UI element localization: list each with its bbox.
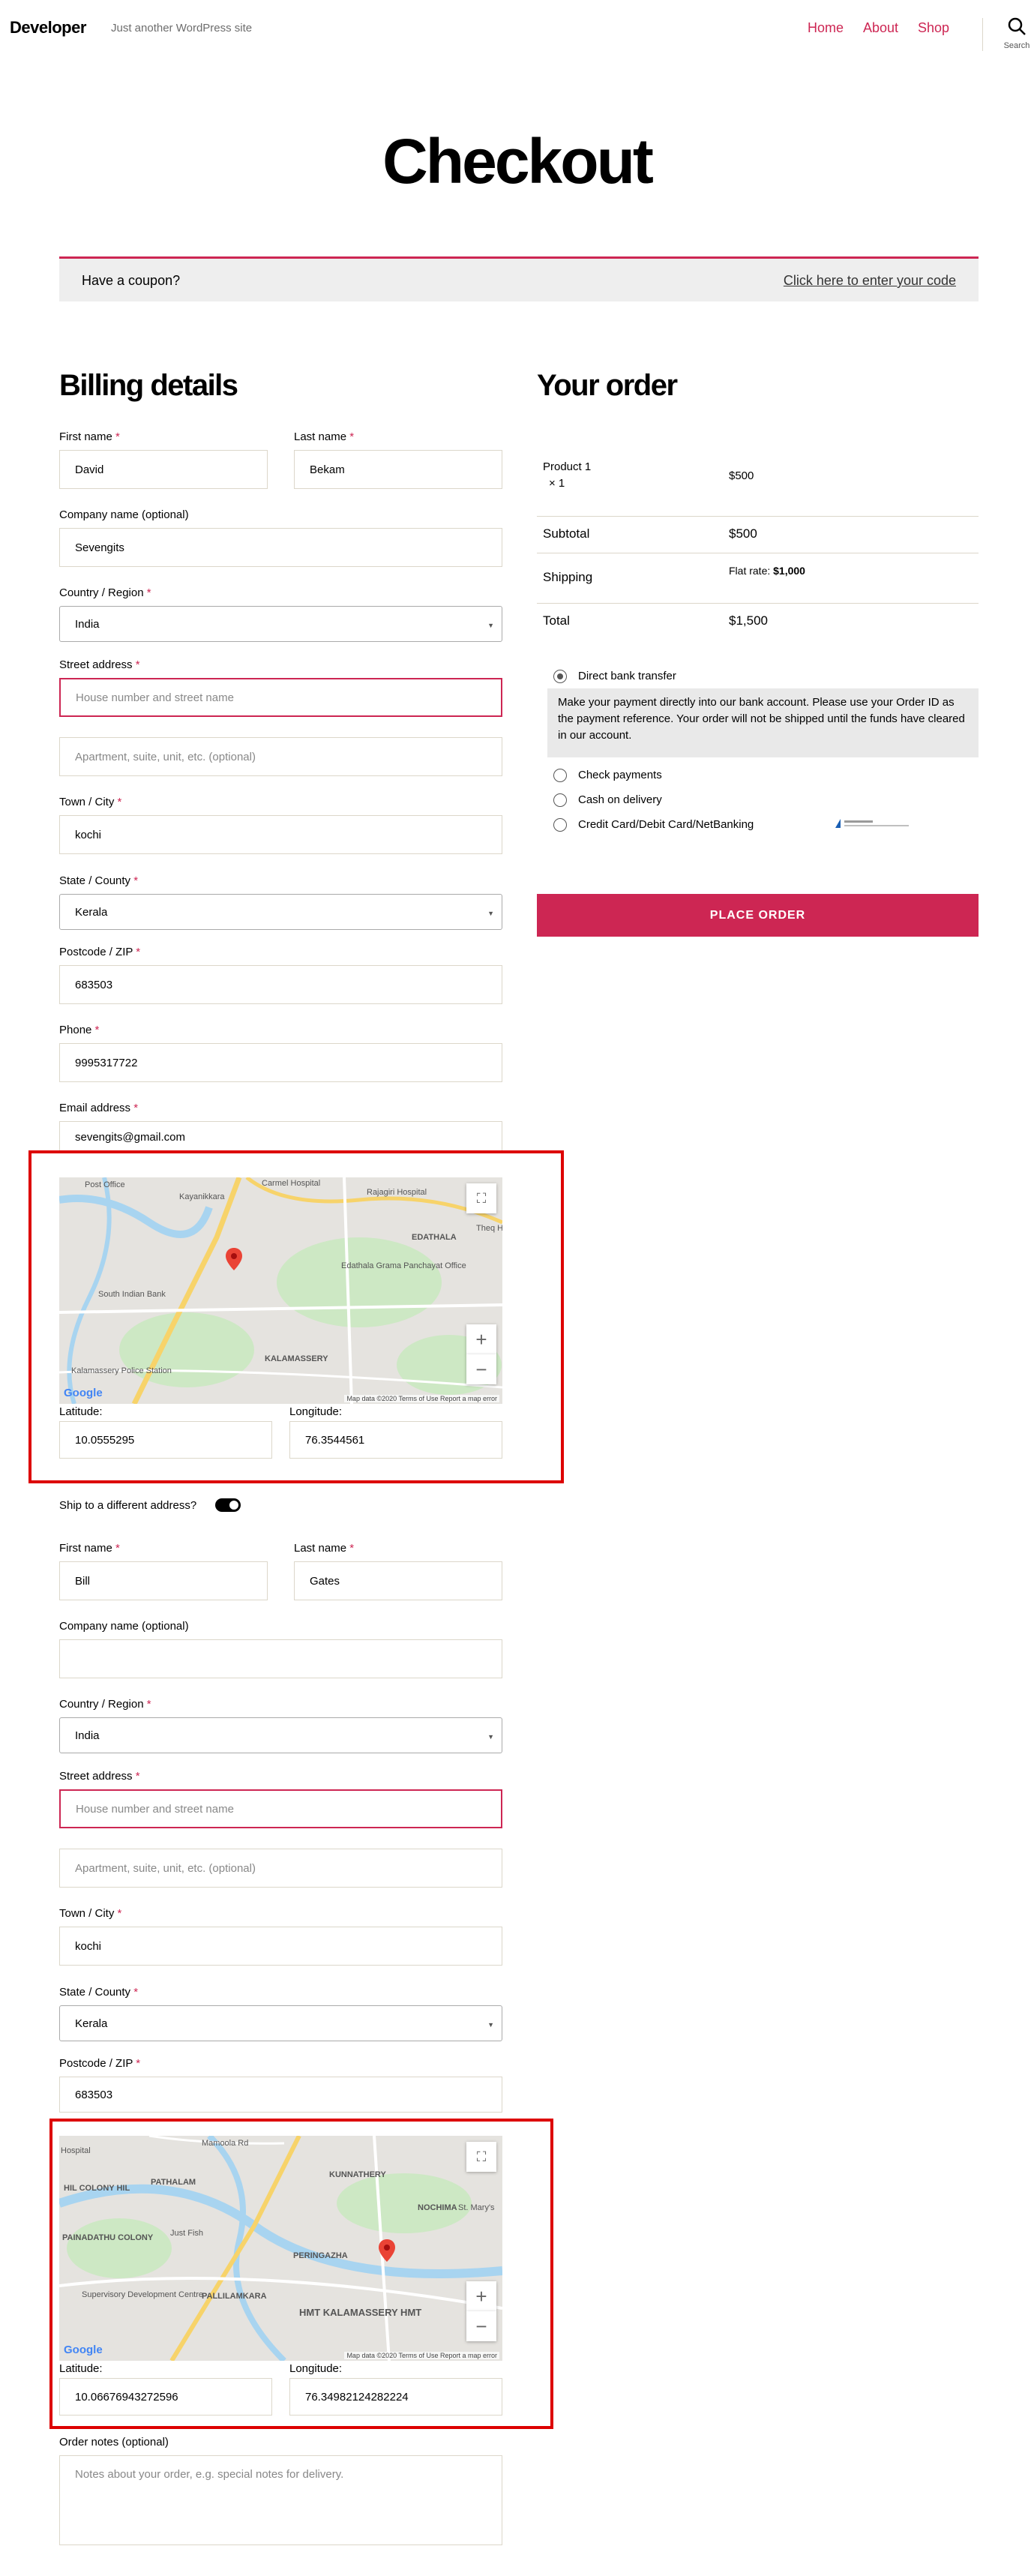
- billing-apartment-field[interactable]: Apartment, suite, unit, etc. (optional): [59, 737, 502, 776]
- search-icon: [1008, 17, 1026, 35]
- nav-shop[interactable]: Shop: [918, 20, 949, 36]
- shipping-state-select[interactable]: Kerala ▼: [59, 2005, 502, 2041]
- shipping-state-value: Kerala: [75, 2017, 108, 2030]
- billing-street-field[interactable]: House number and street name: [59, 678, 502, 717]
- subtotal-label: Subtotal: [543, 526, 590, 541]
- shipping-postcode-field[interactable]: 683503: [59, 2077, 502, 2113]
- coupon-notice: Have a coupon? Click here to enter your …: [59, 256, 979, 301]
- billing-state-label: State / County *: [59, 874, 139, 887]
- nav-home[interactable]: Home: [808, 20, 844, 36]
- billing-postcode-label: Postcode / ZIP *: [59, 946, 141, 958]
- billing-email-field[interactable]: sevengits@gmail.com: [59, 1121, 502, 1151]
- shipping-street-label: Street address *: [59, 1770, 140, 1783]
- payment-description: Make your payment directly into our bank…: [547, 688, 979, 757]
- billing-country-value: India: [75, 617, 100, 631]
- shipping-company-field[interactable]: [59, 1639, 502, 1678]
- billing-state-select[interactable]: Kerala ▼: [59, 894, 502, 930]
- highlight-box: [49, 2119, 553, 2429]
- chevron-down-icon: ▼: [487, 910, 494, 917]
- shipping-postcode-label: Postcode / ZIP *: [59, 2057, 141, 2070]
- order-heading: Your order: [537, 369, 678, 402]
- billing-country-select[interactable]: India ▼: [59, 606, 502, 642]
- shipping-country-select[interactable]: India ▼: [59, 1717, 502, 1753]
- billing-first-name-field[interactable]: David: [59, 450, 268, 489]
- subtotal-value: $500: [729, 526, 757, 541]
- billing-last-name-label: Last name *: [294, 430, 355, 443]
- chevron-down-icon: ▼: [487, 1733, 494, 1741]
- payment-card-radio[interactable]: [553, 818, 567, 832]
- payment-provider-logo: [835, 819, 909, 828]
- shipping-first-name-field[interactable]: Bill: [59, 1561, 268, 1600]
- shipping-city-field[interactable]: kochi: [59, 1927, 502, 1966]
- site-tagline: Just another WordPress site: [111, 22, 253, 34]
- shipping-country-label: Country / Region *: [59, 1698, 151, 1711]
- billing-last-name-field[interactable]: Bekam: [294, 450, 502, 489]
- order-divider: [537, 516, 979, 517]
- shipping-value: Flat rate: $1,000: [729, 565, 805, 577]
- billing-postcode-field[interactable]: 683503: [59, 965, 502, 1004]
- order-product-qty: × 1: [549, 477, 565, 490]
- shipping-label: Shipping: [543, 570, 593, 584]
- shipping-last-name-field[interactable]: Gates: [294, 1561, 502, 1600]
- billing-company-label: Company name (optional): [59, 508, 189, 521]
- order-product-total: $500: [729, 469, 754, 482]
- shipping-first-name-label: First name *: [59, 1542, 120, 1555]
- billing-first-name-label: First name *: [59, 430, 120, 443]
- billing-heading: Billing details: [59, 369, 238, 402]
- billing-city-label: Town / City *: [59, 796, 122, 808]
- place-order-button[interactable]: PLACE ORDER: [537, 894, 979, 937]
- order-notes-label: Order notes (optional): [59, 2436, 169, 2449]
- billing-phone-field[interactable]: 9995317722: [59, 1043, 502, 1082]
- billing-email-label: Email address *: [59, 1102, 139, 1114]
- order-divider: [537, 603, 979, 604]
- billing-phone-label: Phone *: [59, 1024, 100, 1036]
- billing-country-label: Country / Region *: [59, 586, 151, 599]
- highlight-box: [28, 1150, 564, 1483]
- search-button[interactable]: Search: [1002, 16, 1032, 55]
- billing-city-field[interactable]: kochi: [59, 815, 502, 854]
- payment-check-label[interactable]: Check payments: [578, 769, 662, 781]
- payment-cod-label[interactable]: Cash on delivery: [578, 793, 662, 806]
- shipping-last-name-label: Last name *: [294, 1542, 355, 1555]
- shipping-country-value: India: [75, 1729, 100, 1742]
- coupon-link[interactable]: Click here to enter your code: [784, 273, 956, 289]
- shipping-apartment-field[interactable]: Apartment, suite, unit, etc. (optional): [59, 1849, 502, 1888]
- total-label: Total: [543, 613, 570, 628]
- chevron-down-icon: ▼: [487, 2021, 494, 2029]
- payment-cod-radio[interactable]: [553, 793, 567, 807]
- billing-company-field[interactable]: Sevengits: [59, 528, 502, 567]
- total-value: $1,500: [729, 613, 768, 628]
- ship-different-label: Ship to a different address?: [59, 1499, 197, 1512]
- shipping-city-label: Town / City *: [59, 1907, 122, 1920]
- billing-state-value: Kerala: [75, 905, 108, 919]
- order-product-name: Product 1: [543, 460, 592, 473]
- nav-divider: [982, 18, 983, 51]
- payment-card-label[interactable]: Credit Card/Debit Card/NetBanking: [578, 818, 754, 831]
- nav-about[interactable]: About: [863, 20, 898, 36]
- coupon-question: Have a coupon?: [82, 273, 181, 288]
- shipping-state-label: State / County *: [59, 1986, 139, 1999]
- order-notes-field[interactable]: Notes about your order, e.g. special not…: [59, 2455, 502, 2545]
- site-title[interactable]: Developer: [10, 18, 86, 37]
- payment-check-radio[interactable]: [553, 769, 567, 782]
- payment-bank-label[interactable]: Direct bank transfer: [578, 670, 676, 682]
- shipping-street-field[interactable]: House number and street name: [59, 1789, 502, 1828]
- chevron-down-icon: ▼: [487, 622, 494, 629]
- page-title: Checkout: [382, 126, 654, 196]
- payment-bank-radio[interactable]: [553, 670, 567, 683]
- shipping-company-label: Company name (optional): [59, 1620, 189, 1633]
- search-label: Search: [1003, 41, 1030, 50]
- ship-different-toggle[interactable]: [215, 1498, 241, 1512]
- billing-street-label: Street address *: [59, 658, 140, 671]
